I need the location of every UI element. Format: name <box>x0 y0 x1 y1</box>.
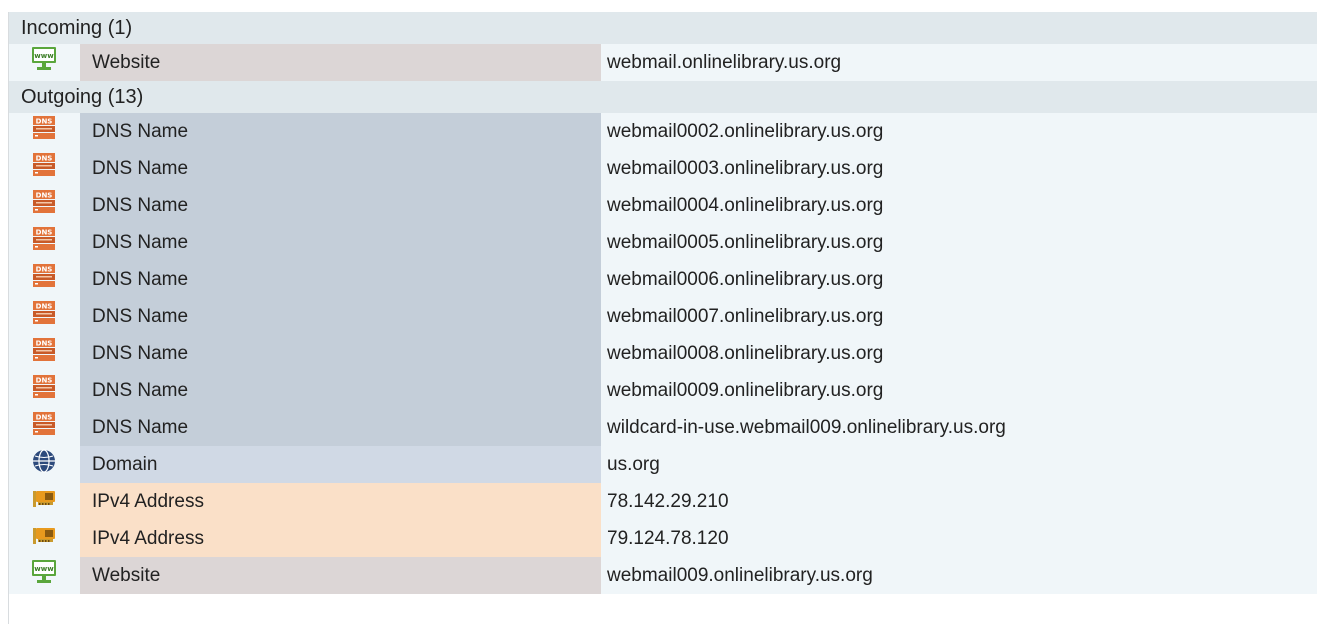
svg-text:DNS: DNS <box>36 377 53 385</box>
entity-type-label: Website <box>80 44 601 81</box>
dns-server-icon: DNS <box>31 411 57 437</box>
entity-type-label: DNS Name <box>80 335 601 372</box>
list-item[interactable]: DNS DNS Name webmail0003.onlinelibrary.u… <box>9 150 1317 187</box>
svg-text:DNS: DNS <box>36 192 53 200</box>
entity-type-label: DNS Name <box>80 298 601 335</box>
entity-type-label: DNS Name <box>80 372 601 409</box>
entity-value: webmail.onlinelibrary.us.org <box>607 52 842 73</box>
section-header-outgoing[interactable]: Outgoing (13) <box>9 81 1317 113</box>
svg-text:www: www <box>34 52 54 60</box>
entity-value: us.org <box>607 454 660 475</box>
list-item[interactable]: DNS DNS Name webmail0004.onlinelibrary.u… <box>9 187 1317 224</box>
list-item[interactable]: DNS DNS Name webmail0008.onlinelibrary.u… <box>9 335 1317 372</box>
list-item[interactable]: DNS DNS Name webmail0009.onlinelibrary.u… <box>9 372 1317 409</box>
entity-value: webmail0007.onlinelibrary.us.org <box>607 306 884 327</box>
list-item[interactable]: IPv4 Address 78.142.29.210 <box>9 483 1317 520</box>
globe-icon <box>31 448 57 474</box>
dns-server-icon: DNS <box>31 263 57 289</box>
entity-value: 78.142.29.210 <box>607 491 729 512</box>
entity-value: 79.124.78.120 <box>607 528 729 549</box>
svg-text:www: www <box>34 565 54 573</box>
svg-text:DNS: DNS <box>36 303 53 311</box>
entity-type-label: IPv4 Address <box>80 520 601 557</box>
list-item[interactable]: Domain us.org <box>9 446 1317 483</box>
entity-type-label: DNS Name <box>80 409 601 446</box>
entity-type-label: DNS Name <box>80 224 601 261</box>
svg-text:DNS: DNS <box>36 266 53 274</box>
entity-value: webmail0009.onlinelibrary.us.org <box>607 380 884 401</box>
svg-text:DNS: DNS <box>36 155 53 163</box>
entity-type-label: DNS Name <box>80 150 601 187</box>
list-item[interactable]: DNS DNS Name webmail0007.onlinelibrary.u… <box>9 298 1317 335</box>
dns-server-icon: DNS <box>31 115 57 141</box>
list-item[interactable]: www Website webmail009.onlinelibrary.us.… <box>9 557 1317 594</box>
list-item[interactable]: IPv4 Address 79.124.78.120 <box>9 520 1317 557</box>
svg-text:DNS: DNS <box>36 229 53 237</box>
entity-value: webmail0003.onlinelibrary.us.org <box>607 158 884 179</box>
entity-type-label: DNS Name <box>80 187 601 224</box>
dns-server-icon: DNS <box>31 189 57 215</box>
entity-value: wildcard-in-use.webmail009.onlinelibrary… <box>607 417 1006 438</box>
svg-text:DNS: DNS <box>36 340 53 348</box>
entity-type-label: DNS Name <box>80 113 601 150</box>
list-item[interactable]: DNS DNS Name wildcard-in-use.webmail009.… <box>9 409 1317 446</box>
entity-value: webmail0008.onlinelibrary.us.org <box>607 343 884 364</box>
network-card-icon <box>31 485 57 511</box>
entity-type-label: Website <box>80 557 601 594</box>
section-header-incoming[interactable]: Incoming (1) <box>9 12 1317 44</box>
entity-value: webmail0006.onlinelibrary.us.org <box>607 269 884 290</box>
list-item[interactable]: www Website webmail.onlinelibrary.us.org <box>9 44 1317 81</box>
network-card-icon <box>31 522 57 548</box>
www-monitor-icon: www <box>31 559 57 585</box>
entity-type-label: DNS Name <box>80 261 601 298</box>
list-item[interactable]: DNS DNS Name webmail0006.onlinelibrary.u… <box>9 261 1317 298</box>
dns-server-icon: DNS <box>31 337 57 363</box>
dns-server-icon: DNS <box>31 300 57 326</box>
svg-text:DNS: DNS <box>36 118 53 126</box>
list-item[interactable]: DNS DNS Name webmail0005.onlinelibrary.u… <box>9 224 1317 261</box>
dns-server-icon: DNS <box>31 152 57 178</box>
entity-type-label: Domain <box>80 446 601 483</box>
entity-value: webmail009.onlinelibrary.us.org <box>607 565 873 586</box>
list-item[interactable]: DNS DNS Name webmail0002.onlinelibrary.u… <box>9 113 1317 150</box>
dns-server-icon: DNS <box>31 374 57 400</box>
dns-server-icon: DNS <box>31 226 57 252</box>
entity-relations-panel: Incoming (1) www Website webmail.onlinel… <box>8 12 1317 624</box>
entity-value: webmail0002.onlinelibrary.us.org <box>607 121 884 142</box>
svg-text:DNS: DNS <box>36 414 53 422</box>
entity-type-label: IPv4 Address <box>80 483 601 520</box>
entity-value: webmail0004.onlinelibrary.us.org <box>607 195 884 216</box>
entity-value: webmail0005.onlinelibrary.us.org <box>607 232 884 253</box>
www-monitor-icon: www <box>31 46 57 72</box>
